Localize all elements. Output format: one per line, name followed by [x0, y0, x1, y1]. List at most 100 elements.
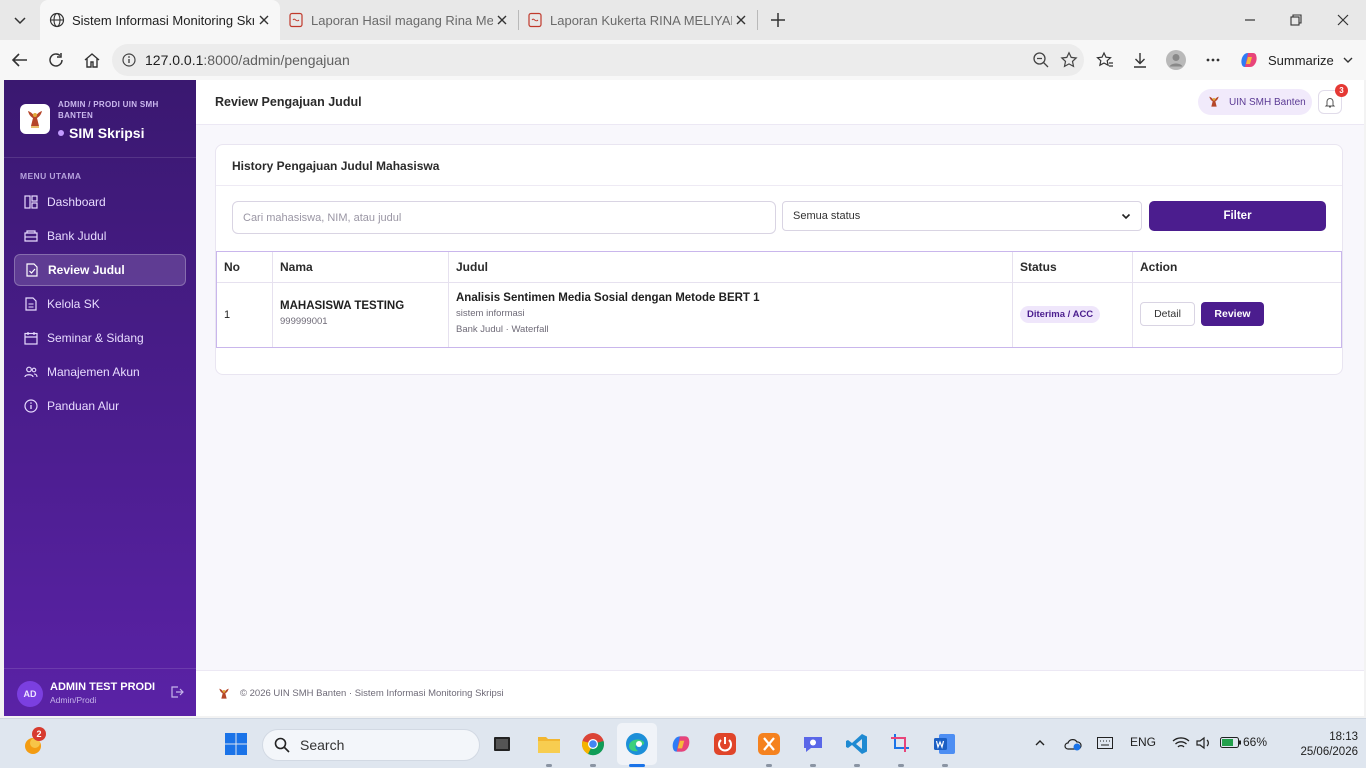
avatar[interactable]: AD	[17, 681, 43, 707]
dashboard-icon	[24, 195, 38, 209]
web-page: ADMIN / PRODI UIN SMH BANTEN SIM Skripsi…	[4, 80, 1364, 716]
review-button[interactable]: Review	[1201, 302, 1264, 326]
tab-label: Sistem Informasi Monitoring Skrip	[72, 12, 254, 28]
summarize-button[interactable]: Summarize	[1238, 46, 1354, 74]
detail-button[interactable]: Detail	[1140, 302, 1195, 326]
tab-actions-chevron-icon[interactable]	[6, 6, 34, 34]
university-logo	[20, 104, 50, 134]
close-window-icon[interactable]	[1331, 8, 1355, 32]
messaging-app-icon[interactable]	[800, 731, 826, 757]
chevron-down-icon	[1121, 213, 1131, 220]
minimize-icon[interactable]	[1238, 8, 1262, 32]
url-host: 127.0.0.1	[145, 52, 204, 68]
globe-icon	[49, 12, 65, 31]
copilot-icon[interactable]	[668, 731, 694, 757]
chrome-icon[interactable]	[580, 731, 606, 757]
page-footer: © 2026 UIN SMH Banten · Sistem Informasi…	[196, 670, 1364, 716]
document-icon	[25, 297, 37, 311]
review-doc-icon	[26, 263, 38, 277]
sidebar-item-manajemen-akun[interactable]: Manajemen Akun	[14, 356, 186, 388]
sidebar-item-bank-judul[interactable]: Bank Judul	[14, 220, 186, 252]
back-arrow-icon[interactable]	[8, 48, 32, 72]
page-title: Review Pengajuan Judul	[215, 95, 362, 109]
notification-count-badge: 3	[1335, 84, 1348, 97]
university-logo-icon	[1209, 96, 1219, 107]
power-app-icon[interactable]	[712, 731, 738, 757]
vscode-icon[interactable]	[844, 731, 870, 757]
menu-heading: MENU UTAMA	[20, 171, 82, 181]
brand-subtitle: ADMIN / PRODI UIN SMH BANTEN	[58, 100, 159, 120]
column-header-judul: Judul	[449, 252, 1013, 282]
download-icon[interactable]	[1128, 48, 1152, 72]
language-indicator[interactable]: ENG	[1130, 735, 1156, 749]
running-indicator	[546, 764, 552, 767]
logout-icon[interactable]	[170, 685, 184, 704]
favorite-star-icon[interactable]	[1060, 51, 1078, 74]
taskbar-search[interactable]: Search	[262, 729, 480, 761]
cell-status: Diterima / ACC	[1013, 283, 1133, 347]
browser-tab[interactable]: Laporan Kukerta RINA MELIYANA	[519, 0, 757, 40]
tab-separator	[757, 10, 758, 30]
running-indicator-active	[629, 764, 645, 767]
thesis-meta: Bank Judul · Waterfall	[456, 324, 549, 335]
archive-icon	[24, 230, 38, 242]
status-select-value: Semua status	[793, 210, 861, 222]
sidebar-item-dashboard[interactable]: Dashboard	[14, 186, 186, 218]
running-indicator	[898, 764, 904, 767]
windows-start-icon[interactable]	[225, 733, 247, 755]
sidebar-item-review-judul[interactable]: Review Judul	[14, 254, 186, 286]
close-tab-icon[interactable]	[256, 12, 272, 28]
copilot-icon	[1241, 53, 1257, 67]
cell-nama: MAHASISWA TESTING 999999001	[273, 283, 449, 347]
sidebar-item-kelola-sk[interactable]: Kelola SK	[14, 288, 186, 320]
sidebar-item-label: Manajemen Akun	[47, 365, 140, 379]
file-explorer-icon[interactable]	[536, 731, 562, 757]
status-select[interactable]: Semua status	[782, 201, 1142, 231]
cell-action: Detail Review	[1133, 283, 1341, 347]
show-hidden-icons-chevron-icon[interactable]	[1034, 737, 1046, 752]
word-icon[interactable]	[932, 731, 958, 757]
browser-navbar: 127.0.0.1:8000/admin/pengajuan Summarize	[0, 40, 1366, 80]
battery-percent: 66%	[1243, 735, 1268, 749]
search-icon	[274, 737, 290, 753]
campus-badge[interactable]: UIN SMH Banten	[1198, 89, 1312, 115]
divider	[216, 185, 1342, 186]
task-view-icon[interactable]	[489, 731, 515, 757]
profile-avatar-icon[interactable]	[1164, 48, 1188, 72]
zoom-out-icon[interactable]	[1032, 51, 1050, 74]
weather-badge: 2	[32, 727, 46, 741]
reload-icon[interactable]	[44, 48, 68, 72]
chevron-down-icon	[1343, 57, 1353, 63]
volume-icon[interactable]	[1196, 736, 1212, 753]
home-icon[interactable]	[80, 48, 104, 72]
favorites-icon[interactable]	[1093, 48, 1117, 72]
summarize-label: Summarize	[1268, 52, 1334, 68]
search-input[interactable]	[232, 201, 776, 234]
snipping-tool-icon[interactable]	[888, 731, 914, 757]
keyboard-icon[interactable]	[1097, 737, 1113, 752]
sidebar-item-seminar-sidang[interactable]: Seminar & Sidang	[14, 322, 186, 354]
sidebar-item-panduan-alur[interactable]: Panduan Alur	[14, 390, 186, 422]
onedrive-icon[interactable]	[1064, 737, 1082, 754]
site-info-icon[interactable]	[122, 53, 136, 72]
bell-icon	[1324, 98, 1336, 108]
close-tab-icon[interactable]	[494, 12, 510, 28]
clock[interactable]: 18:13 25/06/2026	[1278, 730, 1358, 760]
history-card: History Pengajuan Judul Mahasiswa Semua …	[215, 144, 1343, 375]
sidebar-item-label: Kelola SK	[47, 297, 100, 311]
more-options-icon[interactable]	[1201, 48, 1225, 72]
restore-icon[interactable]	[1284, 8, 1308, 32]
close-tab-icon[interactable]	[733, 12, 749, 28]
edge-icon[interactable]	[624, 731, 650, 757]
address-bar[interactable]: 127.0.0.1:8000/admin/pengajuan	[112, 44, 1084, 76]
new-tab-plus-icon[interactable]	[766, 8, 790, 32]
battery-icon[interactable]	[1220, 736, 1242, 752]
xampp-icon[interactable]	[756, 731, 782, 757]
filter-button[interactable]: Filter	[1149, 201, 1326, 231]
thesis-field: sistem informasi	[456, 308, 525, 319]
browser-tab-active[interactable]: Sistem Informasi Monitoring Skrip	[40, 0, 280, 40]
sidebar: ADMIN / PRODI UIN SMH BANTEN SIM Skripsi…	[4, 80, 196, 716]
cell-no: 1	[217, 283, 273, 347]
wifi-icon[interactable]	[1172, 736, 1190, 753]
browser-tab[interactable]: Laporan Hasil magang Rina Meliya	[280, 0, 518, 40]
